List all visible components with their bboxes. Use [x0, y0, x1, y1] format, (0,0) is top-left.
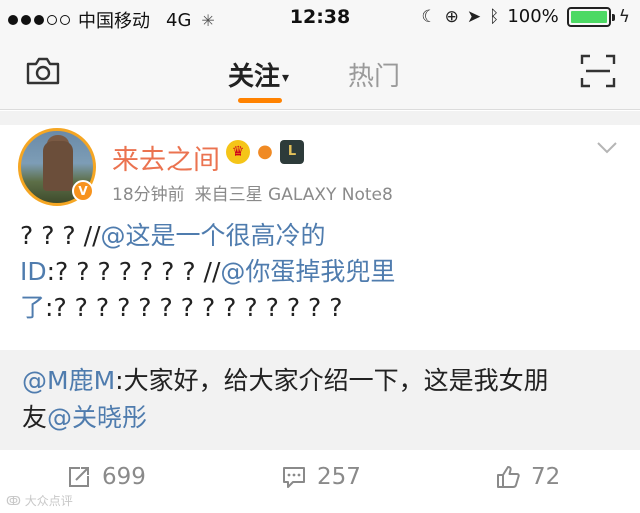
like-count: 72 [531, 464, 561, 490]
comment-count: 257 [317, 464, 361, 490]
post-body: ? ? ? //@这是一个很高冷的 ID:? ? ? ? ? ? ? //@你蛋… [20, 218, 620, 326]
repost-icon [69, 467, 89, 487]
active-tab-indicator [238, 98, 282, 103]
camera-icon[interactable] [24, 56, 62, 86]
charging-icon: ϟ [618, 6, 630, 27]
crown-icon[interactable]: ♛ [226, 140, 250, 164]
mention-link[interactable]: @关晓彤 [47, 403, 147, 432]
location-icon: ➤ [466, 6, 482, 27]
orientation-lock-icon: ⊕ [444, 6, 459, 27]
quoted-post[interactable]: @M鹿M:大家好，给大家介绍一下，这是我女朋 友@关晓彤 [0, 350, 640, 450]
post-line: 了:? ? ? ? ? ? ? ? ? ? ? ? ? ? [20, 290, 620, 326]
verified-badge: V [72, 180, 94, 202]
post-actions: 699 257 72 [0, 450, 640, 513]
game-icon[interactable]: L [280, 140, 304, 164]
user-badges: ♛ ● L [226, 140, 304, 164]
post-author[interactable]: 来去之间 [112, 138, 220, 177]
chevron-down-icon[interactable] [596, 140, 618, 156]
comment-icon [283, 467, 305, 488]
post-line: ID:? ? ? ? ? ? ? //@你蛋掉我兜里 [20, 254, 620, 290]
battery-percent: 100% [507, 6, 559, 27]
battery-icon [566, 6, 615, 27]
feed-divider [0, 111, 640, 125]
bluetooth-icon: ᛒ [489, 6, 500, 27]
watermark-text: 大众点评 [24, 494, 73, 508]
tab-hot[interactable]: 热门 [348, 56, 400, 93]
tab-hot-label: 热门 [348, 62, 401, 92]
body-text: :? ? ? ? ? ? ? // [46, 257, 221, 286]
post-meta: 18分钟前 来自三星 GALAXY Note8 [112, 180, 393, 205]
tab-follow-label: 关注 [228, 62, 281, 92]
like-button[interactable]: 72 [495, 464, 560, 490]
nav-bar: 关注 ▾ 热门 [0, 36, 640, 110]
body-text: ? ? ? // [20, 221, 101, 250]
repost-count: 699 [102, 464, 146, 490]
quoted-text: 友 [22, 403, 48, 432]
quoted-text: :大家好，给大家介绍一下，这是我女朋 [115, 366, 549, 395]
watermark-icon: ↂ [6, 494, 25, 508]
status-bar: 中国移动 4G ✳ 12:38 ☾ ⊕ ➤ ᛒ 100% ϟ [0, 0, 640, 36]
post-source: 来自三星 GALAXY Note8 [194, 185, 393, 205]
comment-button[interactable]: 257 [281, 464, 361, 490]
repost-button[interactable]: 699 [66, 464, 146, 490]
do-not-disturb-icon: ☾ [421, 6, 437, 27]
post-time: 18分钟前 [112, 185, 185, 205]
body-text: :? ? ? ? ? ? ? ? ? ? ? ? ? ? [45, 293, 343, 322]
watermark: ↂ 大众点评 [6, 492, 73, 509]
tab-follow[interactable]: 关注 ▾ [228, 56, 289, 93]
quoted-post-text: @M鹿M:大家好，给大家介绍一下，这是我女朋 友@关晓彤 [22, 362, 622, 436]
thumbs-up-icon [497, 466, 520, 488]
mention-link[interactable]: 了 [20, 293, 45, 322]
chevron-down-icon: ▾ [282, 69, 290, 86]
balloon-icon[interactable]: ● [253, 140, 277, 164]
mention-link[interactable]: @这是一个很高冷的 [101, 221, 326, 250]
mention-link[interactable]: @你蛋掉我兜里 [220, 257, 395, 286]
post-line: ? ? ? //@这是一个很高冷的 [20, 218, 620, 254]
mention-link[interactable]: @M鹿M [22, 366, 115, 395]
mention-link[interactable]: ID [20, 257, 47, 286]
scan-icon[interactable] [580, 54, 616, 88]
